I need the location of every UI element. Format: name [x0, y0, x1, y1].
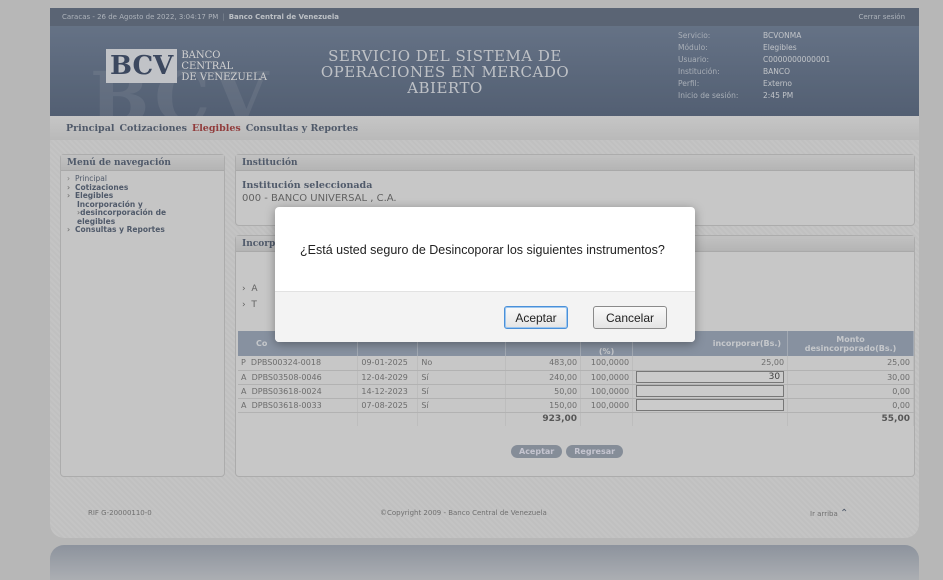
- accept-button[interactable]: Aceptar: [504, 306, 568, 329]
- dialog-footer: Aceptar Cancelar: [275, 291, 695, 342]
- cancel-button[interactable]: Cancelar: [593, 306, 667, 329]
- confirm-dialog: ¿Está usted seguro de Desincoporar los s…: [275, 207, 695, 342]
- confirm-message: ¿Está usted seguro de Desincoporar los s…: [300, 243, 665, 257]
